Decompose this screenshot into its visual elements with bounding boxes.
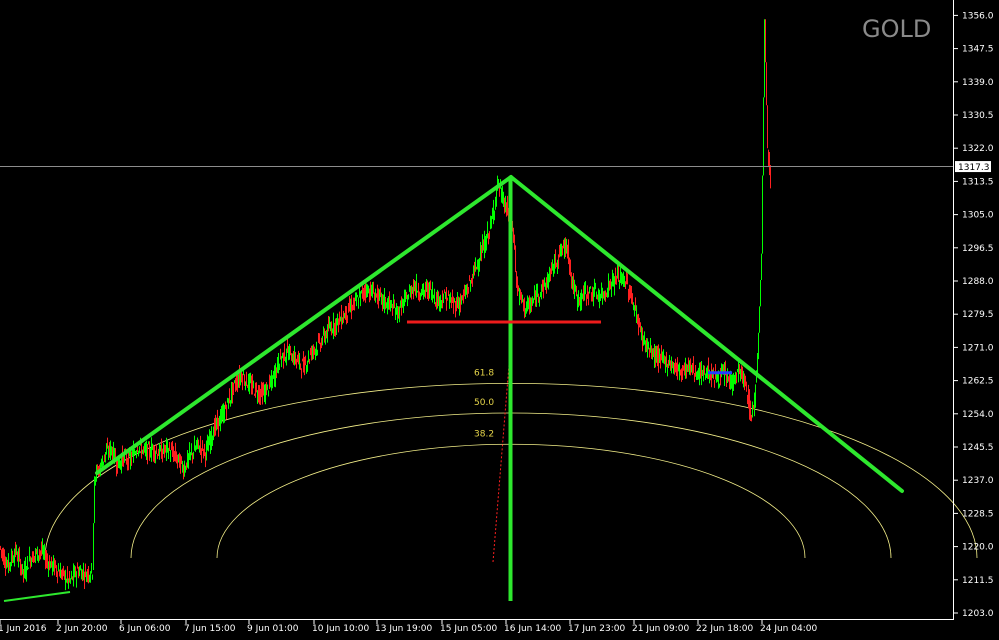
y-tick-label: 1339.0 xyxy=(962,78,994,88)
x-tick-label: 6 Jun 06:00 xyxy=(119,624,171,634)
y-tick-label: 1237.0 xyxy=(962,476,994,486)
y-tick-label: 1322.0 xyxy=(962,144,994,154)
x-tick-label: 9 Jun 01:00 xyxy=(247,624,299,634)
x-tick-label: 16 Jun 14:00 xyxy=(504,624,561,634)
y-tick-label: 1203.0 xyxy=(962,609,994,619)
x-tick-label: 13 Jun 19:00 xyxy=(375,624,432,634)
y-tick-label: 1279.5 xyxy=(962,310,994,320)
y-tick-label: 1356.0 xyxy=(962,11,994,21)
y-tick-label: 1220.0 xyxy=(962,543,994,553)
chart-background xyxy=(0,0,999,640)
fib-label: 38.2 xyxy=(474,429,494,439)
price-tag-label: 1317.3 xyxy=(958,163,990,173)
y-tick-label: 1296.5 xyxy=(962,244,994,254)
x-tick-label: 2 Jun 20:00 xyxy=(56,624,108,634)
symbol-label: GOLD xyxy=(862,15,931,43)
fib-label: 61.8 xyxy=(474,368,494,378)
x-tick-label: 7 Jun 15:00 xyxy=(184,624,236,634)
y-tick-label: 1254.0 xyxy=(962,410,994,420)
price-chart[interactable]: 61.8 50.0 38.2 1356.0 1347.5 1339.0 1330.5 132… xyxy=(0,0,999,640)
y-tick-label: 1228.5 xyxy=(962,509,994,519)
y-tick-label: 1305.0 xyxy=(962,211,994,221)
y-tick-label: 1313.5 xyxy=(962,177,994,187)
y-tick-label: 1288.0 xyxy=(962,277,994,287)
y-tick-label: 1262.5 xyxy=(962,377,994,387)
x-tick-label: 24 Jun 04:00 xyxy=(760,624,817,634)
y-tick-label: 1245.5 xyxy=(962,443,994,453)
x-tick-label: 1 Jun 2016 xyxy=(0,624,47,634)
current-price-tag: 1317.3 xyxy=(955,161,991,173)
x-tick-label: 22 Jun 18:00 xyxy=(696,624,753,634)
x-tick-label: 21 Jun 09:00 xyxy=(632,624,689,634)
x-tick-label: 17 Jun 23:00 xyxy=(568,624,625,634)
fib-label: 50.0 xyxy=(474,398,494,408)
y-tick-label: 1271.0 xyxy=(962,343,994,353)
x-tick-label: 15 Jun 05:00 xyxy=(440,624,497,634)
y-tick-label: 1347.5 xyxy=(962,45,994,55)
y-tick-label: 1330.5 xyxy=(962,111,994,121)
x-tick-label: 10 Jun 10:00 xyxy=(312,624,369,634)
y-tick-label: 1211.5 xyxy=(962,576,994,586)
